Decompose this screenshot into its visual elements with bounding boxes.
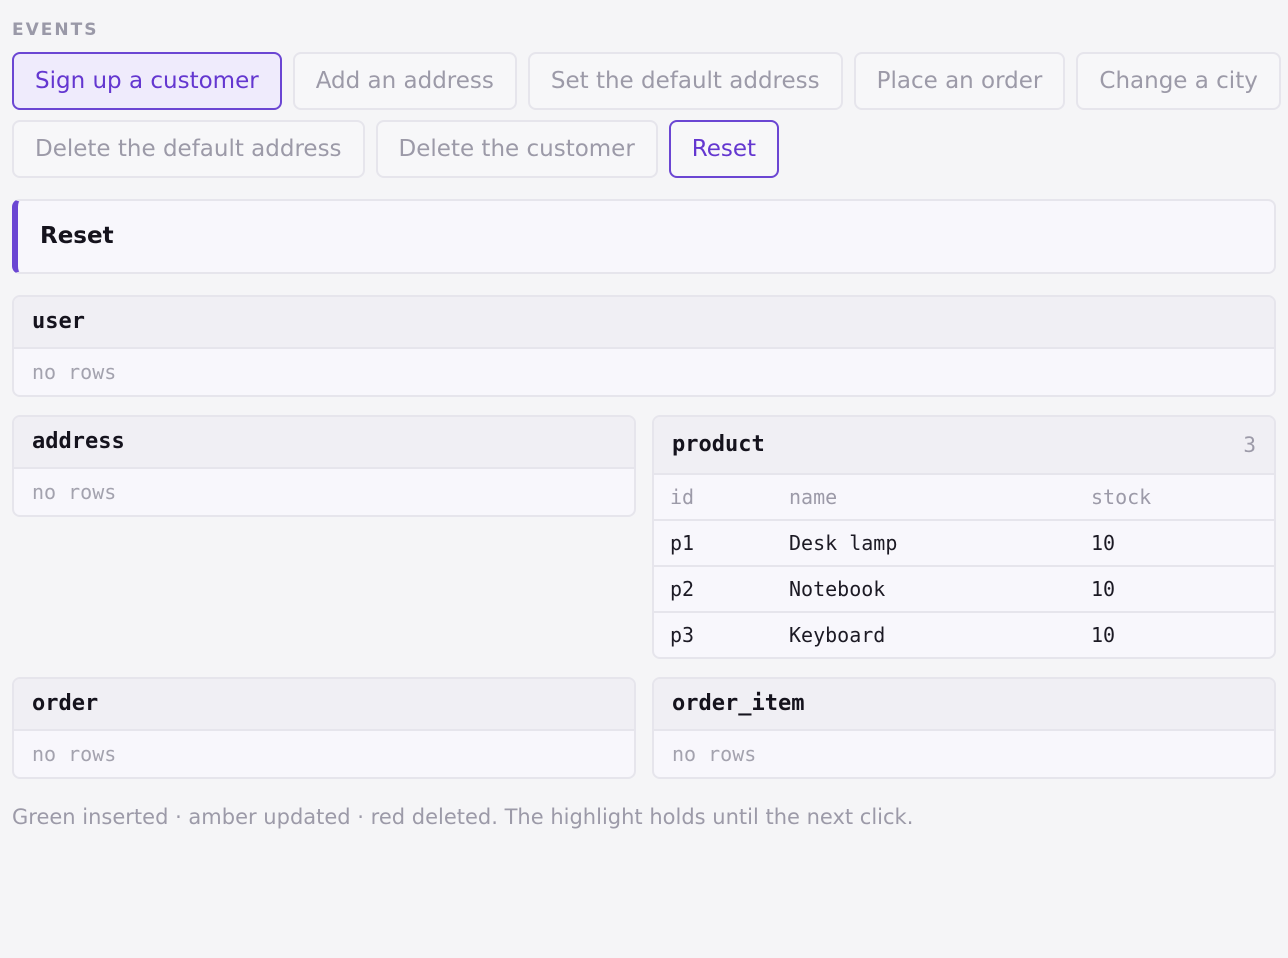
table-title: order_item [672,691,805,716]
cell-stock: 10 [1075,520,1274,567]
cell-id: p1 [654,520,773,567]
change-city-button[interactable]: Change a city [1076,52,1281,110]
reset-button[interactable]: Reset [668,120,780,178]
empty-state: no rows [672,742,757,766]
add-address-button[interactable]: Add an address [292,52,517,110]
table-row: p2 Notebook 10 [654,566,1274,613]
table-row: p1 Desk lamp 10 [654,520,1274,567]
table-header-row: id name stock [654,475,1274,521]
table-header: order_item [654,679,1274,731]
product-table: id name stock p1 Desk lamp 10 p2 Noteboo… [654,475,1274,657]
table-header: address [14,417,634,469]
table-header: product 3 [654,417,1274,475]
place-order-button[interactable]: Place an order [853,52,1066,110]
empty-state: no rows [32,742,117,766]
column-header-stock: stock [1075,475,1274,521]
legend-footnote: Green inserted · amber updated · red del… [12,805,914,829]
table-title: product [672,432,765,457]
cell-id: p2 [654,566,773,613]
table-title: address [32,429,125,454]
empty-state: no rows [32,360,117,384]
table-row: p3 Keyboard 10 [654,612,1274,657]
cell-name: Notebook [773,566,1075,613]
table-order-item: order_item no rows [652,677,1276,779]
set-default-address-button[interactable]: Set the default address [527,52,843,110]
cell-name: Keyboard [789,623,886,647]
delete-customer-button[interactable]: Delete the customer [375,120,658,178]
cell-name: Desk lamp [773,520,1075,567]
delete-default-address-button[interactable]: Delete the default address [12,120,365,178]
table-header: order [14,679,634,731]
events-button-row-2: Delete the default address Delete the cu… [12,120,1276,178]
tables-row-1: address no rows product 3 id name stock [12,415,1276,659]
cell-stock: 10 [1075,566,1274,613]
table-title: user [32,309,85,334]
app-root: EVENTS Sign up a customer Add an address… [0,0,1288,829]
tables-row-2: order no rows order_item no rows [12,677,1276,779]
row-count: 3 [1243,433,1256,457]
empty-state: no rows [32,480,117,504]
table-title: order [32,691,99,716]
table-address: address no rows [12,415,636,517]
column-header-id: id [654,475,773,521]
table-user: user no rows [12,295,1276,397]
events-button-row-1: Sign up a customer Add an address Set th… [12,52,1281,110]
table-product: product 3 id name stock p1 Desk lamp 10 [652,415,1276,659]
last-event-banner: Reset [12,199,1276,274]
table-header: user [14,297,1274,349]
sign-up-customer-button[interactable]: Sign up a customer [12,52,282,110]
cell-stock: 10 [1091,623,1116,647]
cell-id: p3 [670,623,695,647]
events-heading: EVENTS [12,20,99,40]
table-order: order no rows [12,677,636,779]
column-header-name: name [773,475,1075,521]
